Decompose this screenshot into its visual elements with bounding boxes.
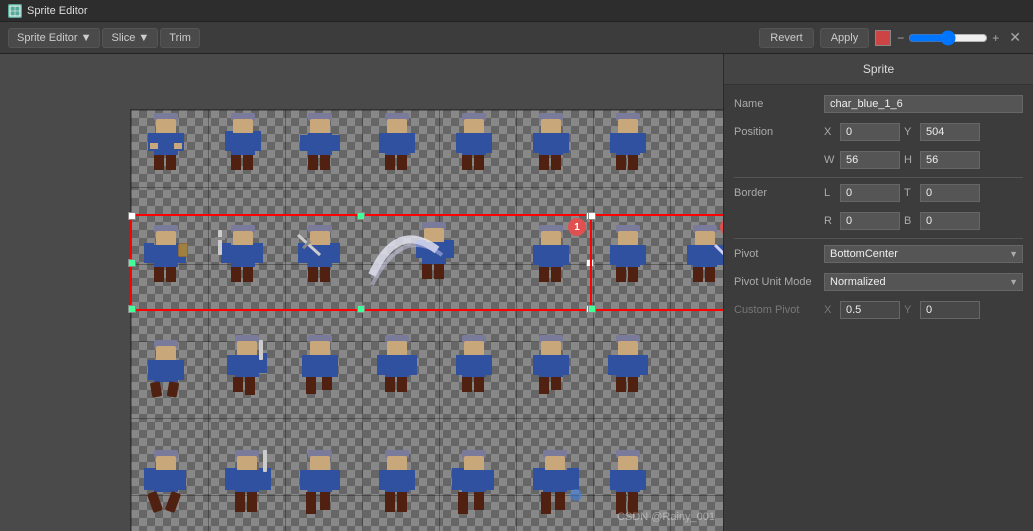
pivot-unit-mode-row: Pivot Unit Mode Normalized Pixels [734,271,1023,293]
sprite-char-r3c4 [367,335,427,410]
sprite-editor-button[interactable]: Sprite Editor ▼ [8,28,100,48]
custom-pivot-x-label: X [824,304,836,316]
w-label: W [824,154,836,166]
l-label: L [824,187,836,199]
sprite-char-r2c5 [521,225,581,300]
border-lt-coords: L T [824,184,1023,202]
sprite-char-r4c6 [521,450,591,530]
divider-1 [734,177,1023,178]
pivot-label: Pivot [734,248,824,260]
revert-button[interactable]: Revert [759,28,813,48]
sprite-char-r4c5 [444,450,504,530]
sprite-char-r3c2 [213,335,283,415]
sprite-char-r2c2 [213,225,283,300]
panel-header: Sprite [724,54,1033,85]
sprite-char-r4c4 [367,450,427,530]
zoom-icon-plus: + [992,31,999,45]
divider-2 [734,238,1023,239]
custom-pivot-label: Custom Pivot [734,304,824,316]
pos-y-input[interactable] [920,123,980,141]
y-label: Y [904,126,916,138]
sprite-editor-icon [8,4,22,18]
sprite-char-r2c6 [598,225,658,300]
pivot-select[interactable]: BottomCenter Center TopLeft TopRight Bot… [824,245,1023,263]
sprite-char-r1c1 [136,113,196,188]
border-rb-row: R B [734,210,1023,232]
pivot-row: Pivot BottomCenter Center TopLeft TopRig… [734,243,1023,265]
right-panel: Sprite Name Position X Y [723,54,1033,531]
toolbar-right: Revert Apply − + ✕ [759,28,1025,48]
name-label: Name [734,98,824,110]
name-input[interactable] [824,95,1023,113]
sprite-char-r4c2 [213,450,283,530]
name-row: Name [734,93,1023,115]
title-bar-text: Sprite Editor [27,5,88,17]
border-l-input[interactable] [840,184,900,202]
border-r-input[interactable] [840,212,900,230]
x-label: X [824,126,836,138]
sprite-char-r4c3 [290,450,350,530]
border-t-input[interactable] [920,184,980,202]
pivot-unit-mode-select[interactable]: Normalized Pixels [824,273,1023,291]
size-coords: W H [824,151,1023,169]
slice-button[interactable]: Slice ▼ [102,28,158,48]
toolbar: Sprite Editor ▼ Slice ▼ Trim Revert Appl… [0,22,1033,54]
custom-pivot-coords: X Y [824,301,1023,319]
watermark: CSDN @Rainy_001 [617,511,715,523]
sprite-char-r2c1 [136,225,196,300]
title-bar: Sprite Editor [0,0,1033,22]
custom-pivot-x-input[interactable] [840,301,900,319]
pivot-unit-mode-label: Pivot Unit Mode [734,276,824,288]
custom-pivot-y-input[interactable] [920,301,980,319]
canvas-area[interactable]: CSDN @Rainy_001 [0,54,723,531]
main-content: CSDN @Rainy_001 Sprite Name Position X Y [0,54,1033,531]
zoom-slider-container: − + [897,30,999,46]
position-coords: X Y [824,123,1023,141]
sprite-char-r1c5 [444,113,504,188]
sprite-char-r1c2 [213,113,273,188]
sprite-char-r3c3 [290,335,350,410]
border-rb-coords: R B [824,212,1023,230]
apply-button[interactable]: Apply [820,28,870,48]
b-label: B [904,215,916,227]
size-row: W H [734,149,1023,171]
size-h-input[interactable] [920,151,980,169]
sprite-char-r1c3 [290,113,350,188]
sprite-char-r3c5 [444,335,504,410]
color-picker[interactable] [875,30,891,46]
pivot-unit-mode-select-wrapper: Normalized Pixels [824,273,1023,291]
size-w-input[interactable] [840,151,900,169]
sprite-char-r3c7 [598,335,658,410]
border-row: Border L T [734,182,1023,204]
position-label: Position [734,126,824,138]
r-label: R [824,215,836,227]
zoom-slider[interactable] [908,30,988,46]
sprite-char-r1c7 [598,113,658,188]
border-b-input[interactable] [920,212,980,230]
zoom-icon-minus: − [897,31,904,45]
sprite-char-r2c4 [367,210,487,300]
pos-x-input[interactable] [840,123,900,141]
sprite-char-r2c3 [290,225,360,300]
custom-pivot-y-label: Y [904,304,916,316]
position-row: Position X Y [734,121,1023,143]
panel-body: Name Position X Y W H [724,85,1033,531]
h-label: H [904,154,916,166]
border-label: Border [734,187,824,199]
close-button[interactable]: ✕ [1005,29,1025,46]
pivot-select-wrapper: BottomCenter Center TopLeft TopRight Bot… [824,245,1023,263]
sprite-char-r1c4 [367,113,427,188]
sprite-char-r3c6 [521,335,581,410]
trim-button[interactable]: Trim [160,28,200,48]
sprite-char-r2c7 [675,225,723,300]
sprite-canvas[interactable] [130,109,723,531]
toolbar-left: Sprite Editor ▼ Slice ▼ Trim [8,28,200,48]
sprite-char-r3c1 [136,340,196,415]
sprite-char-r4c1 [136,450,196,530]
sprite-char-r1c6 [521,113,581,188]
t-label: T [904,187,916,199]
custom-pivot-row: Custom Pivot X Y [734,299,1023,321]
